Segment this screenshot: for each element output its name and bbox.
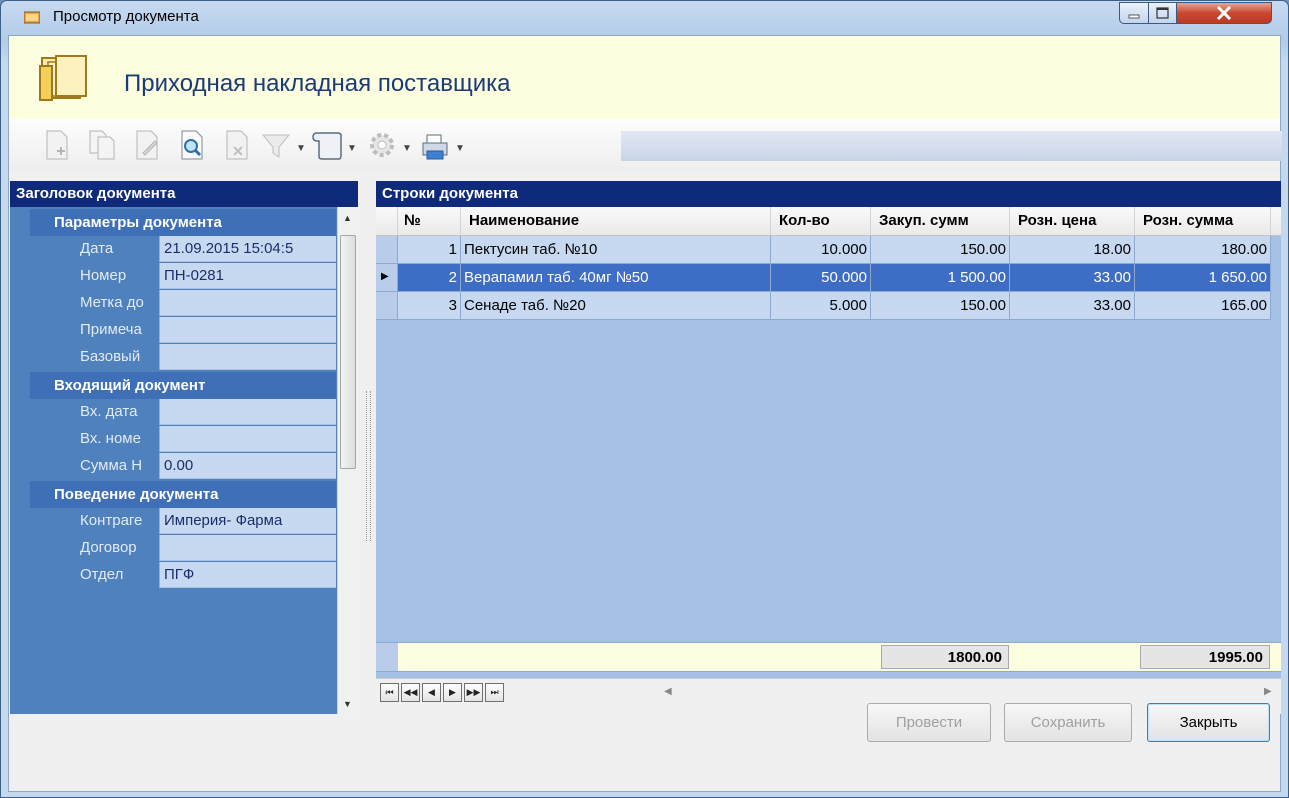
cell-name[interactable]: Верапамил таб. 40мг №50 — [461, 264, 771, 292]
grid-header: № Наименование Кол-во Закуп. сумм Розн. … — [376, 207, 1281, 236]
cell-buy-sum[interactable]: 1 500.00 — [871, 264, 1010, 292]
column-header-number[interactable]: № — [398, 207, 461, 235]
reports-button[interactable] — [309, 127, 345, 163]
minimize-button[interactable] — [1119, 2, 1149, 24]
filter-icon — [261, 134, 291, 158]
add-document-button[interactable] — [39, 127, 75, 163]
cell-buy-sum[interactable]: 150.00 — [871, 292, 1010, 320]
scroll-icon — [312, 132, 342, 160]
grid-header-indicator — [376, 207, 398, 235]
close-window-button[interactable] — [1176, 2, 1272, 24]
panel-title-right: Строки документа — [376, 181, 1281, 207]
property-contractor[interactable]: Контраге Империя- Фарма — [50, 508, 336, 535]
property-department[interactable]: Отдел ПГФ — [50, 562, 336, 589]
column-header-buy-sum[interactable]: Закуп. сумм — [871, 207, 1010, 235]
property-vat-sum[interactable]: Сумма Н 0.00 — [50, 453, 336, 480]
close-icon — [1216, 5, 1232, 21]
panel-splitter[interactable] — [366, 391, 371, 541]
property-note[interactable]: Примеча — [50, 317, 336, 344]
edit-document-button[interactable] — [129, 127, 165, 163]
window-title: Просмотр документа — [53, 8, 199, 25]
cell-retail-sum[interactable]: 180.00 — [1135, 236, 1271, 264]
document-lines-panel: Строки документа № Наименование Кол-во З… — [376, 181, 1281, 714]
grid-totals-row: 1800.00 1995.00 — [376, 642, 1281, 672]
column-header-retail-price[interactable]: Розн. цена — [1010, 207, 1135, 235]
add-document-icon — [46, 130, 68, 160]
cell-number[interactable]: 2 — [398, 264, 461, 292]
current-row-pointer-icon: ▶ — [381, 271, 389, 282]
document-folder-icon — [39, 55, 87, 101]
cell-retail-price[interactable]: 33.00 — [1010, 264, 1135, 292]
cell-retail-price[interactable]: 33.00 — [1010, 292, 1135, 320]
preview-button[interactable] — [174, 127, 210, 163]
copy-icon — [89, 130, 115, 160]
column-header-name[interactable]: Наименование — [461, 207, 771, 235]
panel-title-left: Заголовок документа — [10, 181, 358, 207]
cell-name[interactable]: Сенаде таб. №20 — [461, 292, 771, 320]
title-bar: Просмотр документа — [1, 1, 1288, 35]
save-button[interactable]: Сохранить — [1004, 703, 1132, 742]
copy-document-button[interactable] — [84, 127, 120, 163]
column-header-retail-sum[interactable]: Розн. сумма — [1135, 207, 1271, 235]
property-date[interactable]: Дата 21.09.2015 15:04:5 — [50, 236, 336, 263]
settings-dropdown-icon[interactable]: ▼ — [402, 143, 412, 154]
property-number[interactable]: Номер ПН-0281 — [50, 263, 336, 290]
gear-icon — [370, 133, 394, 157]
page-title: Приходная накладная поставщика — [124, 70, 511, 97]
print-dropdown-icon[interactable]: ▼ — [455, 143, 465, 154]
property-incoming-date[interactable]: Вх. дата — [50, 399, 336, 426]
cell-name[interactable]: Пектусин таб. №10 — [461, 236, 771, 264]
delete-document-button[interactable] — [219, 127, 255, 163]
cell-retail-sum[interactable]: 165.00 — [1135, 292, 1271, 320]
maximize-icon — [1156, 7, 1169, 19]
reports-dropdown-icon[interactable]: ▼ — [347, 143, 357, 154]
window-app-icon — [24, 11, 40, 24]
settings-button[interactable] — [364, 127, 400, 163]
column-header-qty[interactable]: Кол-во — [771, 207, 871, 235]
cell-retail-sum[interactable]: 1 650.00 — [1135, 264, 1271, 292]
maximize-button[interactable] — [1148, 2, 1177, 24]
filter-button[interactable] — [259, 127, 295, 163]
cell-qty[interactable]: 10.000 — [771, 236, 871, 264]
magnifier-document-icon — [181, 130, 203, 160]
cell-qty[interactable]: 5.000 — [771, 292, 871, 320]
cell-retail-price[interactable]: 18.00 — [1010, 236, 1135, 264]
close-button[interactable]: Закрыть — [1147, 703, 1270, 742]
row-selector[interactable] — [376, 292, 398, 320]
scrollbar-thumb[interactable] — [340, 235, 356, 469]
edit-icon — [136, 130, 158, 160]
property-grid: Параметры документа Дата 21.09.2015 15:04… — [10, 207, 337, 714]
category-document-params[interactable]: Параметры документа — [30, 209, 336, 236]
post-button[interactable]: Провести — [867, 703, 991, 742]
delete-document-icon — [226, 130, 248, 160]
category-document-behavior[interactable]: Поведение документа — [30, 481, 336, 508]
toolbar: ▼ ▼ ▼ ▼ — [9, 119, 1282, 171]
cell-number[interactable]: 1 — [398, 236, 461, 264]
cell-qty[interactable]: 50.000 — [771, 264, 871, 292]
property-mark[interactable]: Метка до — [50, 290, 336, 317]
row-selector[interactable]: ▶ — [376, 264, 398, 292]
property-base[interactable]: Базовый — [50, 344, 336, 371]
document-header-band: Приходная накладная поставщика — [9, 36, 1280, 120]
lines-grid: № Наименование Кол-во Закуп. сумм Розн. … — [376, 207, 1281, 598]
filter-dropdown-icon[interactable]: ▼ — [296, 143, 306, 154]
total-retail-sum: 1995.00 — [1140, 645, 1270, 669]
totals-row-indicator — [376, 643, 398, 671]
property-contract[interactable]: Договор — [50, 535, 336, 562]
dialog-buttons: Провести Сохранить Закрыть — [1, 691, 1288, 756]
cell-buy-sum[interactable]: 150.00 — [871, 236, 1010, 264]
document-window: Просмотр документа Приходная накладная п… — [0, 0, 1289, 798]
cell-number[interactable]: 3 — [398, 292, 461, 320]
property-scrollbar[interactable]: ▲ ▼ — [337, 207, 358, 714]
toolbar-strip — [621, 131, 1282, 161]
category-incoming-document[interactable]: Входящий документ — [30, 372, 336, 399]
scroll-up-icon[interactable]: ▲ — [343, 213, 352, 223]
minimize-icon — [1128, 14, 1140, 19]
document-header-panel: Заголовок документа Параметры документа … — [10, 181, 358, 714]
print-button[interactable] — [417, 127, 453, 163]
total-buy-sum: 1800.00 — [881, 645, 1009, 669]
row-selector[interactable] — [376, 236, 398, 264]
printer-icon — [422, 134, 448, 160]
property-incoming-number[interactable]: Вх. номе — [50, 426, 336, 453]
